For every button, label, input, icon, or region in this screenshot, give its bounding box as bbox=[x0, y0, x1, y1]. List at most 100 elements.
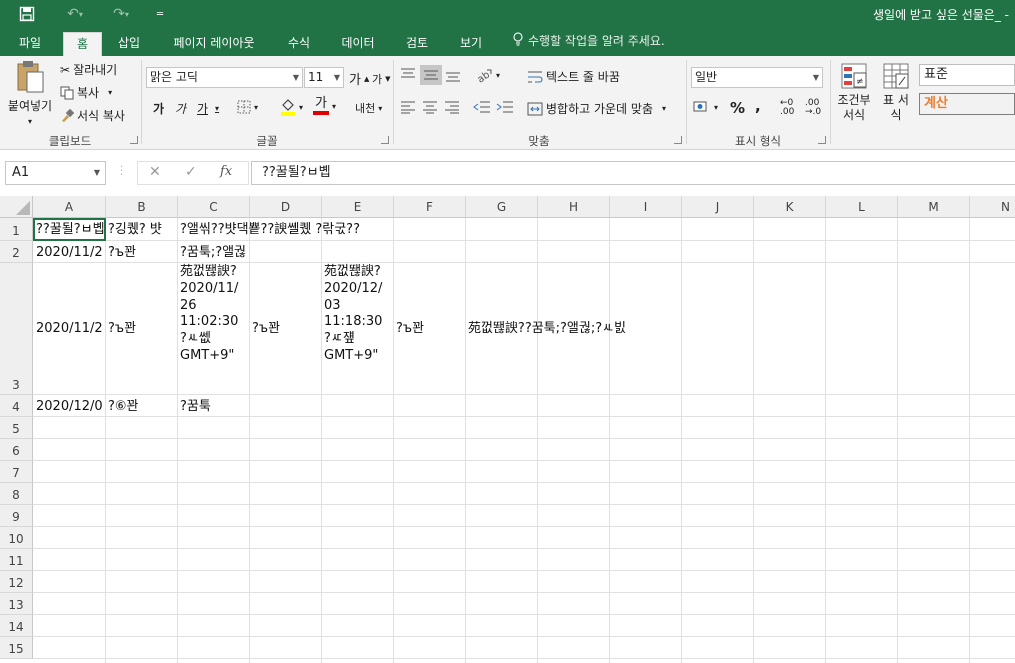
style-normal[interactable]: 표준 bbox=[919, 64, 1015, 86]
cell-D3[interactable]: ?ъ꽌 bbox=[249, 320, 321, 337]
increase-decimal-icon[interactable]: ←0.00 bbox=[780, 99, 794, 117]
column-header[interactable]: C bbox=[178, 196, 250, 218]
row-header[interactable]: 15 bbox=[0, 637, 33, 659]
column-header[interactable]: D bbox=[250, 196, 322, 218]
italic-button[interactable]: 가 bbox=[175, 100, 186, 117]
column-header[interactable]: L bbox=[826, 196, 898, 218]
format-painter-button[interactable]: 서식 복사 bbox=[60, 107, 125, 124]
row-header[interactable]: 14 bbox=[0, 615, 33, 637]
tab-insert[interactable]: 삽입 bbox=[108, 32, 150, 56]
number-format-combo[interactable]: 일반 ▼ bbox=[691, 67, 823, 88]
fill-color-button[interactable]: ▾ bbox=[280, 98, 303, 116]
insert-function-icon[interactable]: fx bbox=[220, 164, 232, 179]
tell-me-box[interactable]: 수행할 작업을 알려 주세요. bbox=[512, 32, 665, 49]
tab-home[interactable]: 홈 bbox=[63, 32, 102, 56]
style-calculation[interactable]: 계산 bbox=[919, 93, 1015, 115]
save-icon[interactable] bbox=[14, 4, 40, 24]
column-header[interactable]: E bbox=[322, 196, 394, 218]
row-header[interactable]: 11 bbox=[0, 549, 33, 571]
copy-button[interactable]: 복사 ▾ bbox=[60, 84, 112, 101]
column-header[interactable]: N bbox=[970, 196, 1015, 218]
decrease-indent-icon[interactable] bbox=[473, 100, 491, 114]
tab-review[interactable]: 검토 bbox=[396, 32, 438, 56]
cell-A3[interactable]: 2020/11/2 bbox=[33, 320, 105, 337]
cell-E3[interactable]: 苑껎뙎諛? 2020/12/ 03 11:18:30 ?ㅼ쟾 GMT+9" bbox=[321, 264, 393, 365]
tab-formulas[interactable]: 수식 bbox=[278, 32, 320, 56]
row-header[interactable]: 10 bbox=[0, 527, 33, 549]
cell-A2[interactable]: 2020/11/2 bbox=[33, 244, 105, 261]
column-header[interactable]: F bbox=[394, 196, 466, 218]
column-header[interactable]: G bbox=[466, 196, 538, 218]
cut-button[interactable]: ✂ 잘라내기 bbox=[60, 61, 117, 78]
align-middle-icon[interactable] bbox=[420, 65, 442, 85]
row-header[interactable]: 13 bbox=[0, 593, 33, 615]
row-header[interactable]: 6 bbox=[0, 439, 33, 461]
paste-button[interactable]: 붙여넣기 ▾ bbox=[7, 60, 53, 126]
align-bottom-icon[interactable] bbox=[445, 68, 461, 82]
tab-page-layout[interactable]: 페이지 레이아웃 bbox=[163, 32, 265, 56]
cell-C2[interactable]: ?꿈툭;?앨궎 bbox=[177, 244, 246, 261]
cell-C1[interactable]: ?앨씪??뱟댁뿉??諛쏄퀬 ?띾굯?? bbox=[177, 221, 360, 238]
select-all-corner[interactable] bbox=[0, 196, 33, 218]
font-color-button[interactable]: 가 ▾ bbox=[313, 97, 336, 115]
conditional-formatting-button[interactable]: ≠ 조건부 서식 bbox=[836, 62, 872, 123]
alignment-launcher-icon[interactable] bbox=[674, 136, 682, 144]
redo-icon[interactable]: ↷ ▾ bbox=[104, 4, 138, 24]
row-header[interactable]: 3 bbox=[0, 263, 33, 395]
column-header[interactable]: K bbox=[754, 196, 826, 218]
column-header[interactable]: J bbox=[682, 196, 754, 218]
enter-icon[interactable]: ✓ bbox=[185, 164, 197, 180]
cell-C4[interactable]: ?꿈툭 bbox=[177, 398, 211, 415]
row-header[interactable]: 7 bbox=[0, 461, 33, 483]
borders-button[interactable]: ▾ bbox=[237, 100, 258, 114]
underline-button[interactable]: 가 ▾ bbox=[197, 100, 219, 117]
column-header[interactable]: A bbox=[33, 196, 106, 218]
decrease-decimal-icon[interactable]: .00 →.0 bbox=[805, 99, 821, 117]
cell-B1[interactable]: ?깅퀬? 뱟 bbox=[105, 221, 177, 238]
column-header[interactable]: H bbox=[538, 196, 610, 218]
cell-F3[interactable]: ?ъ꽌 bbox=[393, 320, 465, 337]
row-header[interactable]: 8 bbox=[0, 483, 33, 505]
formula-bar-grip-icon[interactable]: · · · bbox=[120, 163, 123, 181]
percent-button[interactable]: % bbox=[730, 99, 745, 117]
format-as-table-button[interactable]: 표 서식 bbox=[878, 62, 914, 123]
row-header[interactable]: 2 bbox=[0, 241, 33, 263]
row-header[interactable]: 12 bbox=[0, 571, 33, 593]
phonetic-button[interactable]: 내천 ▾ bbox=[355, 100, 382, 116]
accounting-format-icon[interactable]: ▾ bbox=[693, 100, 718, 114]
align-center-icon[interactable] bbox=[422, 100, 438, 114]
row-header[interactable]: 9 bbox=[0, 505, 33, 527]
tab-view[interactable]: 보기 bbox=[450, 32, 492, 56]
align-top-icon[interactable] bbox=[400, 68, 416, 82]
font-name-combo[interactable]: 맑은 고딕 ▼ bbox=[146, 67, 303, 88]
column-header[interactable]: I bbox=[610, 196, 682, 218]
row-header[interactable]: 5 bbox=[0, 417, 33, 439]
wrap-text-button[interactable]: 텍스트 줄 바꿈 bbox=[527, 68, 620, 85]
cell-G3[interactable]: 苑껎뙎諛??꿈툭;?앨궎;?ㅻ빐 bbox=[465, 320, 626, 337]
cancel-icon[interactable]: ✕ bbox=[149, 164, 161, 180]
undo-icon[interactable]: ↶ ▾ bbox=[58, 4, 92, 24]
orientation-icon[interactable]: ab ▾ bbox=[475, 67, 500, 83]
align-right-icon[interactable] bbox=[444, 100, 460, 114]
cell-B2[interactable]: ?ъ꽌 bbox=[105, 244, 177, 261]
comma-button[interactable]: , bbox=[755, 97, 761, 115]
row-header[interactable]: 1 bbox=[0, 218, 33, 241]
decrease-font-icon[interactable]: 가 ▼ bbox=[372, 71, 391, 87]
font-size-combo[interactable]: 11 ▼ bbox=[304, 67, 344, 88]
bold-button[interactable]: 가 bbox=[153, 100, 164, 117]
tab-file[interactable]: 파일 bbox=[8, 32, 52, 56]
cell-A4[interactable]: 2020/12/0 bbox=[33, 398, 105, 415]
font-launcher-icon[interactable] bbox=[381, 136, 389, 144]
customize-quick-access-icon[interactable]: ═ bbox=[150, 4, 170, 24]
column-header[interactable]: M bbox=[898, 196, 970, 218]
cell-B3[interactable]: ?ъ꽌 bbox=[105, 320, 177, 337]
cell-C3[interactable]: 苑껎뙎諛? 2020/11/ 26 11:02:30 ?ㅻ쎖 GMT+9" bbox=[177, 264, 249, 365]
worksheet-grid[interactable]: A B C D E F G H I J K L M N 1 2 3 4 5 6 … bbox=[0, 196, 1015, 663]
number-launcher-icon[interactable] bbox=[818, 136, 826, 144]
clipboard-launcher-icon[interactable] bbox=[130, 136, 138, 144]
tab-data[interactable]: 데이터 bbox=[333, 32, 383, 56]
increase-font-icon[interactable]: 가 ▲ bbox=[349, 69, 369, 88]
cell-B4[interactable]: ?⑥꽌 bbox=[105, 398, 177, 415]
column-header[interactable]: B bbox=[106, 196, 178, 218]
increase-indent-icon[interactable] bbox=[496, 100, 514, 114]
